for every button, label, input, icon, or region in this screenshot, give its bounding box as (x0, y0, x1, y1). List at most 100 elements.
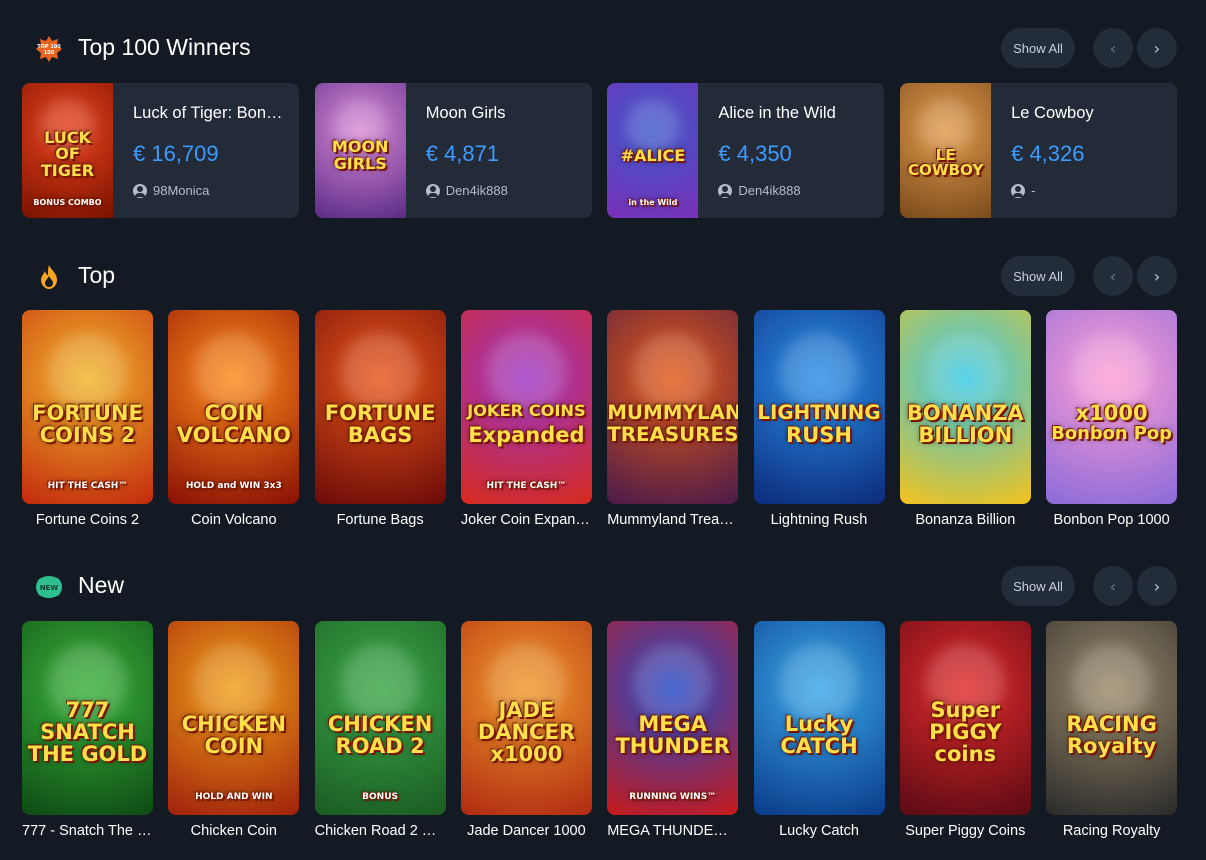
game-name[interactable]: Chicken Road 2 Bonus (315, 823, 446, 839)
game-art-title: FORTUNE (324, 400, 436, 425)
game-art-subtitle: HIT THE CASH™ (486, 481, 567, 491)
winner-game-name[interactable]: Moon Girls (426, 104, 581, 123)
game-tile[interactable]: CHICKENROAD 2 BONUS Chicken Road 2 Bonus (314, 621, 446, 839)
game-name[interactable]: Fortune Bags (315, 512, 446, 528)
winner-user: - (1011, 183, 1035, 198)
game-thumbnail[interactable]: Super PIGGY coins (899, 621, 1031, 815)
top-100-icon: TOP 100 100 (34, 34, 64, 64)
show-all-new-button[interactable]: Show All (1001, 566, 1075, 606)
game-thumbnail[interactable]: CHICKEN ROAD 2 BONUS (314, 621, 446, 815)
game-tile[interactable]: LIGHTNING RUSH Lightning Rush (753, 310, 885, 528)
game-tile[interactable]: Super PIGGY coins Super Piggy Coins (899, 621, 1031, 839)
game-thumbnail[interactable]: LIGHTNING RUSH (753, 310, 885, 504)
game-thumbnail[interactable]: FORTUNE COINS 2 HIT THE CASH™ (22, 310, 153, 504)
winner-game-thumbnail[interactable]: LUCK OF TIGER BONUS COMBO (22, 83, 113, 218)
game-art-subtitle: RUNNING WINS™ (629, 792, 717, 802)
game-tile[interactable]: CHICKEN COIN HOLD AND WIN Chicken Coin (168, 621, 300, 839)
chevron-right-icon[interactable]: › (1137, 566, 1177, 606)
chevron-left-icon[interactable]: ‹ (1093, 28, 1133, 68)
game-thumbnail[interactable]: CHICKEN COIN HOLD AND WIN (168, 621, 300, 815)
game-art-title: JOKER COINS (467, 400, 586, 420)
game-tile[interactable]: Lucky CATCH Lucky Catch (753, 621, 885, 839)
game-art-subtitle: HOLD and WIN 3x3 (185, 481, 282, 491)
game-art-title: RACING (1066, 711, 1157, 736)
section-title-new: New (78, 572, 125, 598)
winner-game-thumbnail[interactable]: MOON GIRLS (314, 83, 406, 218)
chevron-left-icon[interactable]: ‹ (1093, 256, 1133, 296)
winner-game-name[interactable]: Le Cowboy (1011, 104, 1166, 123)
game-name[interactable]: Super Piggy Coins (900, 823, 1031, 839)
winner-username: Den4ik888 (445, 183, 508, 198)
game-tile[interactable]: FORTUNE BAGS Fortune Bags (314, 310, 446, 528)
winner-card[interactable]: MOON GIRLS Moon Girls € 4,871 Den4ik888 (314, 83, 592, 218)
game-name[interactable]: Joker Coin Expanded (461, 512, 592, 528)
winner-game-thumbnail[interactable]: LE COWBOY (900, 83, 992, 218)
winner-card[interactable]: LUCK OF TIGER BONUS COMBO Luck of Tiger: Bon… (22, 83, 299, 218)
game-name[interactable]: Fortune Coins 2 (22, 512, 153, 528)
user-icon (1011, 183, 1026, 198)
show-all-winners-button[interactable]: Show All (1001, 28, 1075, 68)
game-name[interactable]: Bonbon Pop 1000 (1046, 512, 1177, 528)
game-art-title: PIGGY (929, 720, 1002, 745)
game-tile[interactable]: 777SNATCHTHE GOLD 777 - Snatch The Gold (22, 621, 153, 839)
game-name[interactable]: Bonanza Billion (900, 512, 1031, 528)
game-name[interactable]: Chicken Coin (168, 823, 299, 839)
flame-icon (34, 262, 64, 292)
new-badge-text: NEW (40, 584, 59, 592)
game-tile[interactable]: JOKER COINS Expanded HIT THE CASH™ Joker Co… (460, 310, 592, 528)
game-thumbnail[interactable]: x1000 Bonbon Pop (1046, 310, 1178, 504)
winner-user: Den4ik888 (425, 183, 508, 198)
chevron-right-icon[interactable]: › (1137, 28, 1177, 68)
art-glow (194, 644, 274, 722)
game-thumbnail[interactable]: Lucky CATCH (753, 621, 885, 815)
art-glow (633, 644, 712, 722)
game-thumbnail[interactable]: RACING Royalty (1046, 621, 1178, 815)
chevron-right-icon[interactable]: › (1137, 256, 1177, 296)
game-name[interactable]: MEGA THUNDER: Running Wins (607, 823, 738, 839)
svg-text:100: 100 (44, 50, 55, 56)
game-tile[interactable]: COIN VOLCANO HOLD and WIN 3x3 Coin Volcano (168, 310, 300, 528)
game-thumbnail[interactable]: MEGA THUNDER RUNNING WINS™ (607, 621, 739, 815)
game-tile[interactable]: BONANZA BILLION Bonanza Billion (899, 310, 1031, 528)
winner-amount: € 16,709 (133, 141, 219, 166)
game-name[interactable]: Lucky Catch (754, 823, 885, 839)
game-tile[interactable]: MUMMYLANDTREASURES Mummyland Treasures (607, 310, 739, 528)
winner-card[interactable]: #ALICE in the Wild Alice in the Wild € 4,35… (607, 83, 885, 218)
winner-card[interactable]: LE COWBOY Le Cowboy € 4,326 - (900, 83, 1178, 218)
game-tile[interactable]: x1000 Bonbon Pop Bonbon Pop 1000 (1046, 310, 1178, 528)
game-name[interactable]: Mummyland Treasures (607, 512, 738, 528)
art-glow (925, 333, 1005, 411)
new-games-row: 777SNATCHTHE GOLD 777 - Snatch The Gold CH… (22, 621, 1178, 841)
game-art-title: TIGER (40, 161, 95, 181)
game-name[interactable]: Jade Dancer 1000 (461, 823, 592, 839)
art-glow (48, 333, 127, 411)
winner-game-name[interactable]: Alice in the Wild (718, 104, 873, 123)
game-art-title: COIN (204, 733, 264, 758)
game-thumbnail[interactable]: FORTUNE BAGS (314, 310, 446, 504)
game-name[interactable]: Lightning Rush (754, 512, 885, 528)
game-thumbnail[interactable]: BONANZA BILLION (899, 310, 1031, 504)
game-tile[interactable]: JADE DANCER x1000 Jade Dancer 1000 (460, 621, 592, 839)
game-art-subtitle: in the Wild (628, 198, 678, 207)
game-art-title: coins (934, 742, 997, 767)
game-art-title: Expanded (468, 422, 585, 447)
game-name[interactable]: Coin Volcano (168, 512, 299, 528)
chevron-left-icon[interactable]: ‹ (1093, 566, 1133, 606)
top-games-row: FORTUNE COINS 2 HIT THE CASH™ Fortune Coins… (22, 310, 1178, 530)
game-name[interactable]: Racing Royalty (1046, 823, 1177, 839)
game-thumbnail[interactable]: COIN VOLCANO HOLD and WIN 3x3 (168, 310, 300, 504)
winner-game-thumbnail[interactable]: #ALICE in the Wild (607, 83, 699, 218)
game-art-title: MUMMYLAND (607, 400, 739, 424)
game-tile[interactable]: MEGATHUNDER RUNNING WINS™ MEGA THUNDER: Ru… (607, 621, 739, 839)
game-tile[interactable]: RACING Royalty Racing Royalty (1046, 621, 1178, 839)
game-thumbnail[interactable]: JOKER COINS Expanded HIT THE CASH™ (460, 310, 592, 504)
game-tile[interactable]: FORTUNE COINS 2 HIT THE CASH™ Fortune Coins… (22, 310, 153, 528)
game-thumbnail[interactable]: 777 SNATCH THE GOLD (22, 621, 153, 815)
game-thumbnail[interactable]: JADE DANCER x1000 (460, 621, 592, 815)
game-thumbnail[interactable]: MUMMYLANDTREASURES (607, 310, 739, 504)
game-art-title: x1000 (1075, 400, 1148, 425)
show-all-top-button[interactable]: Show All (1001, 256, 1075, 296)
game-art-title: SNATCH (40, 720, 135, 745)
game-name[interactable]: 777 - Snatch The Gold (22, 823, 153, 839)
winner-game-name[interactable]: Luck of Tiger: Bonus Combo (133, 104, 288, 123)
